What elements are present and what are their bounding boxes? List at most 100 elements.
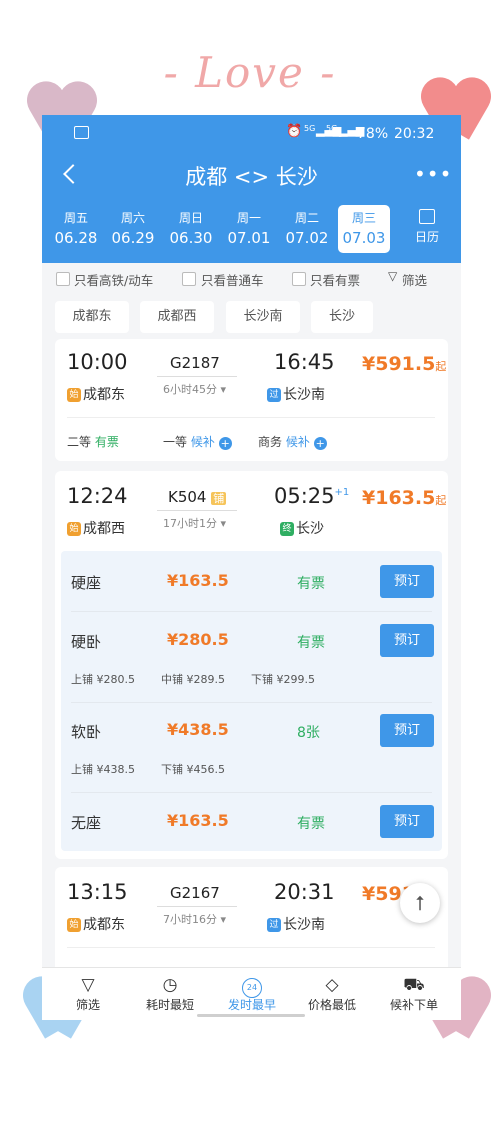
train-number: K504 铺 xyxy=(168,488,227,506)
duration: 6小时45分 ▾ xyxy=(163,383,227,396)
train-divider xyxy=(157,510,237,511)
date-label: 06.30 xyxy=(169,229,213,247)
nav-label: 耗时最短 xyxy=(145,998,194,1012)
to-station: 终长沙 xyxy=(280,518,324,538)
date-tab[interactable]: 周日 06.30 xyxy=(165,205,217,253)
filter-row: 只看高铁/动车 只看普通车 只看有票 ▽ 筛选 xyxy=(42,263,461,293)
book-button[interactable]: 预订 xyxy=(380,714,434,747)
train-number: G2167 xyxy=(170,884,220,902)
seat-availability: 有票 xyxy=(297,635,325,651)
high-speed-label[interactable]: 只看高铁/动车 xyxy=(74,270,153,289)
add-icon: + xyxy=(313,437,327,450)
high-speed-checkbox[interactable] xyxy=(56,272,70,286)
seat-row: 无座 ¥163.5 有票 预订 xyxy=(61,793,442,851)
has-ticket-checkbox[interactable] xyxy=(292,272,306,286)
seat-row: 软卧 ¥438.5 8张 预订 上铺 ¥438.5 下铺 ¥456.5 xyxy=(61,703,442,791)
train-card[interactable]: 13:15 G2167 7小时16分 ▾ 20:31 ¥591 始成都东 过长沙… xyxy=(55,867,448,977)
nav-filter[interactable]: ▽ 筛选 xyxy=(46,974,130,1013)
clock-24-icon: 24 xyxy=(242,978,262,998)
nav-label: 筛选 xyxy=(75,998,100,1012)
card-divider xyxy=(67,417,435,418)
date-label: 07.01 xyxy=(227,229,271,247)
arrive-time: 05:25+1 xyxy=(274,484,350,508)
station-chip[interactable]: 长沙南 xyxy=(226,301,300,333)
cart-icon: ⛟ xyxy=(403,975,425,995)
home-indicator xyxy=(197,1014,305,1017)
date-selector: 周五 06.28 周六 06.29 周日 06.30 周一 07.01 周二 0… xyxy=(50,205,453,255)
nav-lowest-price[interactable]: ◇ 价格最低 xyxy=(290,974,374,1013)
seat-list: 硬座 ¥163.5 有票 预订 硬卧 ¥280.5 有票 预订 上铺 ¥280.… xyxy=(61,551,442,851)
station-chip[interactable]: 长沙 xyxy=(311,301,373,333)
seat-availability: 有票 xyxy=(297,576,325,592)
price-tag-icon: ◇ xyxy=(325,975,339,995)
train-card[interactable]: 10:00 G2187 6小时45分 ▾ 16:45 ¥591.5起 始成都东 … xyxy=(55,339,448,461)
phone-screen: ⏰ 5G ▂▄▆ 5G ▂▄▆ 78% 20:32 成都 <> 长沙 ••• 周… xyxy=(42,115,461,1020)
nav-waitlist-order[interactable]: ⛟ 候补下单 xyxy=(372,974,456,1013)
to-station: 过长沙南 xyxy=(267,914,325,934)
duration: 7小时16分 ▾ xyxy=(163,913,227,926)
book-button[interactable]: 预订 xyxy=(380,565,434,598)
battery-percent: 78% xyxy=(357,126,389,142)
seat-row: 硬座 ¥163.5 有票 预订 xyxy=(61,551,442,611)
arrive-time: 20:31 xyxy=(274,880,335,904)
calendar-icon xyxy=(419,209,435,224)
weekday-label: 周五 xyxy=(63,211,88,225)
calendar-button[interactable]: 日历 xyxy=(405,205,449,253)
date-tab-selected[interactable]: 周三 07.03 xyxy=(338,205,390,253)
from-station: 始成都东 xyxy=(67,384,125,404)
upper-berth-price: 上铺 ¥438.5 xyxy=(71,763,135,776)
normal-train-label[interactable]: 只看普通车 xyxy=(201,270,264,289)
depart-time: 12:24 xyxy=(67,484,128,508)
scroll-to-top-button[interactable]: ⭡ xyxy=(400,883,440,923)
date-label: 06.29 xyxy=(111,229,155,247)
normal-train-checkbox[interactable] xyxy=(182,272,196,286)
from-station: 始成都西 xyxy=(67,518,125,538)
date-tab[interactable]: 周一 07.01 xyxy=(223,205,275,253)
middle-berth-price: 中铺 ¥289.5 xyxy=(161,673,225,686)
seat-second-class: 二等 有票 xyxy=(67,435,119,449)
price: ¥163.5起 xyxy=(362,487,447,509)
nav-label: 价格最低 xyxy=(307,998,356,1012)
seat-first-class[interactable]: 一等 候补 + xyxy=(163,433,232,450)
nav-label: 候补下单 xyxy=(389,998,438,1012)
seat-availability: 8张 xyxy=(297,725,320,741)
filter-icon[interactable]: ▽ xyxy=(388,269,397,283)
depart-time: 13:15 xyxy=(67,880,128,904)
seat-name: 硬卧 xyxy=(71,633,102,651)
seat-price: ¥163.5 xyxy=(167,571,229,590)
more-button[interactable]: ••• xyxy=(410,163,451,184)
weekday-label: 周六 xyxy=(120,211,145,225)
book-button[interactable]: 预订 xyxy=(380,805,434,838)
seat-name: 硬座 xyxy=(71,574,102,592)
date-tab[interactable]: 周六 06.29 xyxy=(107,205,159,253)
berth-tag: 铺 xyxy=(211,492,227,505)
alarm-icon: ⏰ xyxy=(286,124,303,139)
add-icon: + xyxy=(218,437,232,450)
seat-row: 硬卧 ¥280.5 有票 预订 上铺 ¥280.5 中铺 ¥289.5 下铺 ¥… xyxy=(61,612,442,702)
station-chip[interactable]: 成都西 xyxy=(140,301,214,333)
signal-label-2: 5G xyxy=(326,124,338,133)
page-title: 成都 <> 长沙 xyxy=(185,165,318,189)
lower-berth-price: 下铺 ¥456.5 xyxy=(161,763,225,776)
date-tab[interactable]: 周二 07.02 xyxy=(281,205,333,253)
seat-business[interactable]: 商务 候补 + xyxy=(258,433,327,450)
nav-shortest-duration[interactable]: ◷ 耗时最短 xyxy=(128,974,212,1013)
weekday-label: 周三 xyxy=(351,211,376,225)
book-button[interactable]: 预订 xyxy=(380,624,434,657)
nav-earliest-departure[interactable]: 24 发时最早 xyxy=(210,974,294,1013)
depart-time: 10:00 xyxy=(67,350,128,374)
weekday-label: 周一 xyxy=(236,211,261,225)
date-tab[interactable]: 周五 06.28 xyxy=(50,205,102,253)
has-ticket-label[interactable]: 只看有票 xyxy=(310,270,360,289)
lower-berth-price: 下铺 ¥299.5 xyxy=(251,673,315,686)
weekday-label: 周日 xyxy=(178,211,203,225)
filter-label[interactable]: 筛选 xyxy=(402,270,427,289)
seat-price: ¥280.5 xyxy=(167,630,229,649)
weekday-label: 周二 xyxy=(294,211,319,225)
to-station: 过长沙南 xyxy=(267,384,325,404)
seat-name: 无座 xyxy=(71,814,102,832)
nav-label: 发时最早 xyxy=(227,998,276,1012)
station-chip[interactable]: 成都东 xyxy=(55,301,129,333)
card-divider xyxy=(67,947,435,948)
train-card[interactable]: 12:24 K504 铺 17小时1分 ▾ 05:25+1 ¥163.5起 始成… xyxy=(55,471,448,859)
